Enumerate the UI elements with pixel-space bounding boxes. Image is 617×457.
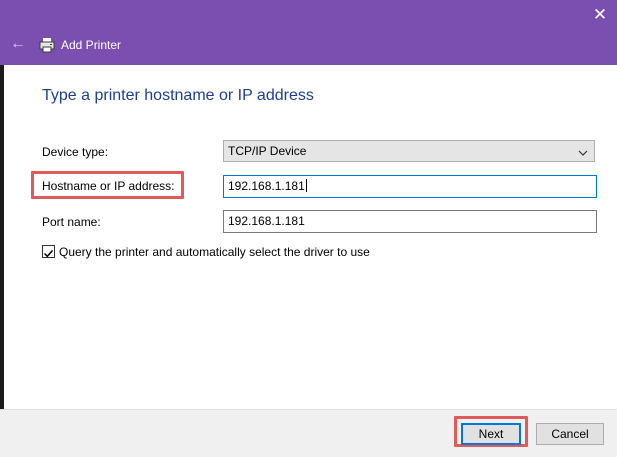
- text-caret: [305, 179, 307, 192]
- close-icon[interactable]: ✕: [591, 6, 609, 24]
- device-type-label: Device type:: [42, 145, 109, 159]
- hostname-value: 192.168.1.181: [228, 179, 305, 193]
- window-left-edge: [0, 0, 4, 457]
- checkmark-icon: [43, 249, 54, 258]
- port-name-input[interactable]: 192.168.1.181: [223, 210, 597, 233]
- hostname-label: Hostname or IP address:: [42, 179, 175, 193]
- query-printer-label[interactable]: Query the printer and automatically sele…: [59, 245, 370, 259]
- chevron-down-icon: [578, 145, 588, 156]
- device-type-select[interactable]: TCP/IP Device: [223, 140, 595, 162]
- add-printer-window: ✕ ← Add Printer Type a printer hostname …: [0, 0, 617, 457]
- device-type-value: TCP/IP Device: [228, 144, 307, 158]
- next-button[interactable]: Next: [461, 423, 521, 445]
- hostname-input[interactable]: 192.168.1.181: [223, 175, 597, 198]
- port-name-label: Port name:: [42, 215, 101, 229]
- window-title: Add Printer: [61, 38, 122, 52]
- cancel-button[interactable]: Cancel: [536, 423, 604, 445]
- page-heading: Type a printer hostname or IP address: [42, 87, 314, 104]
- query-printer-checkbox[interactable]: [42, 245, 55, 258]
- printer-icon: [39, 37, 55, 53]
- back-arrow-icon[interactable]: ←: [10, 36, 26, 52]
- title-bar: ✕ ← Add Printer: [0, 0, 617, 65]
- port-name-value: 192.168.1.181: [228, 214, 305, 228]
